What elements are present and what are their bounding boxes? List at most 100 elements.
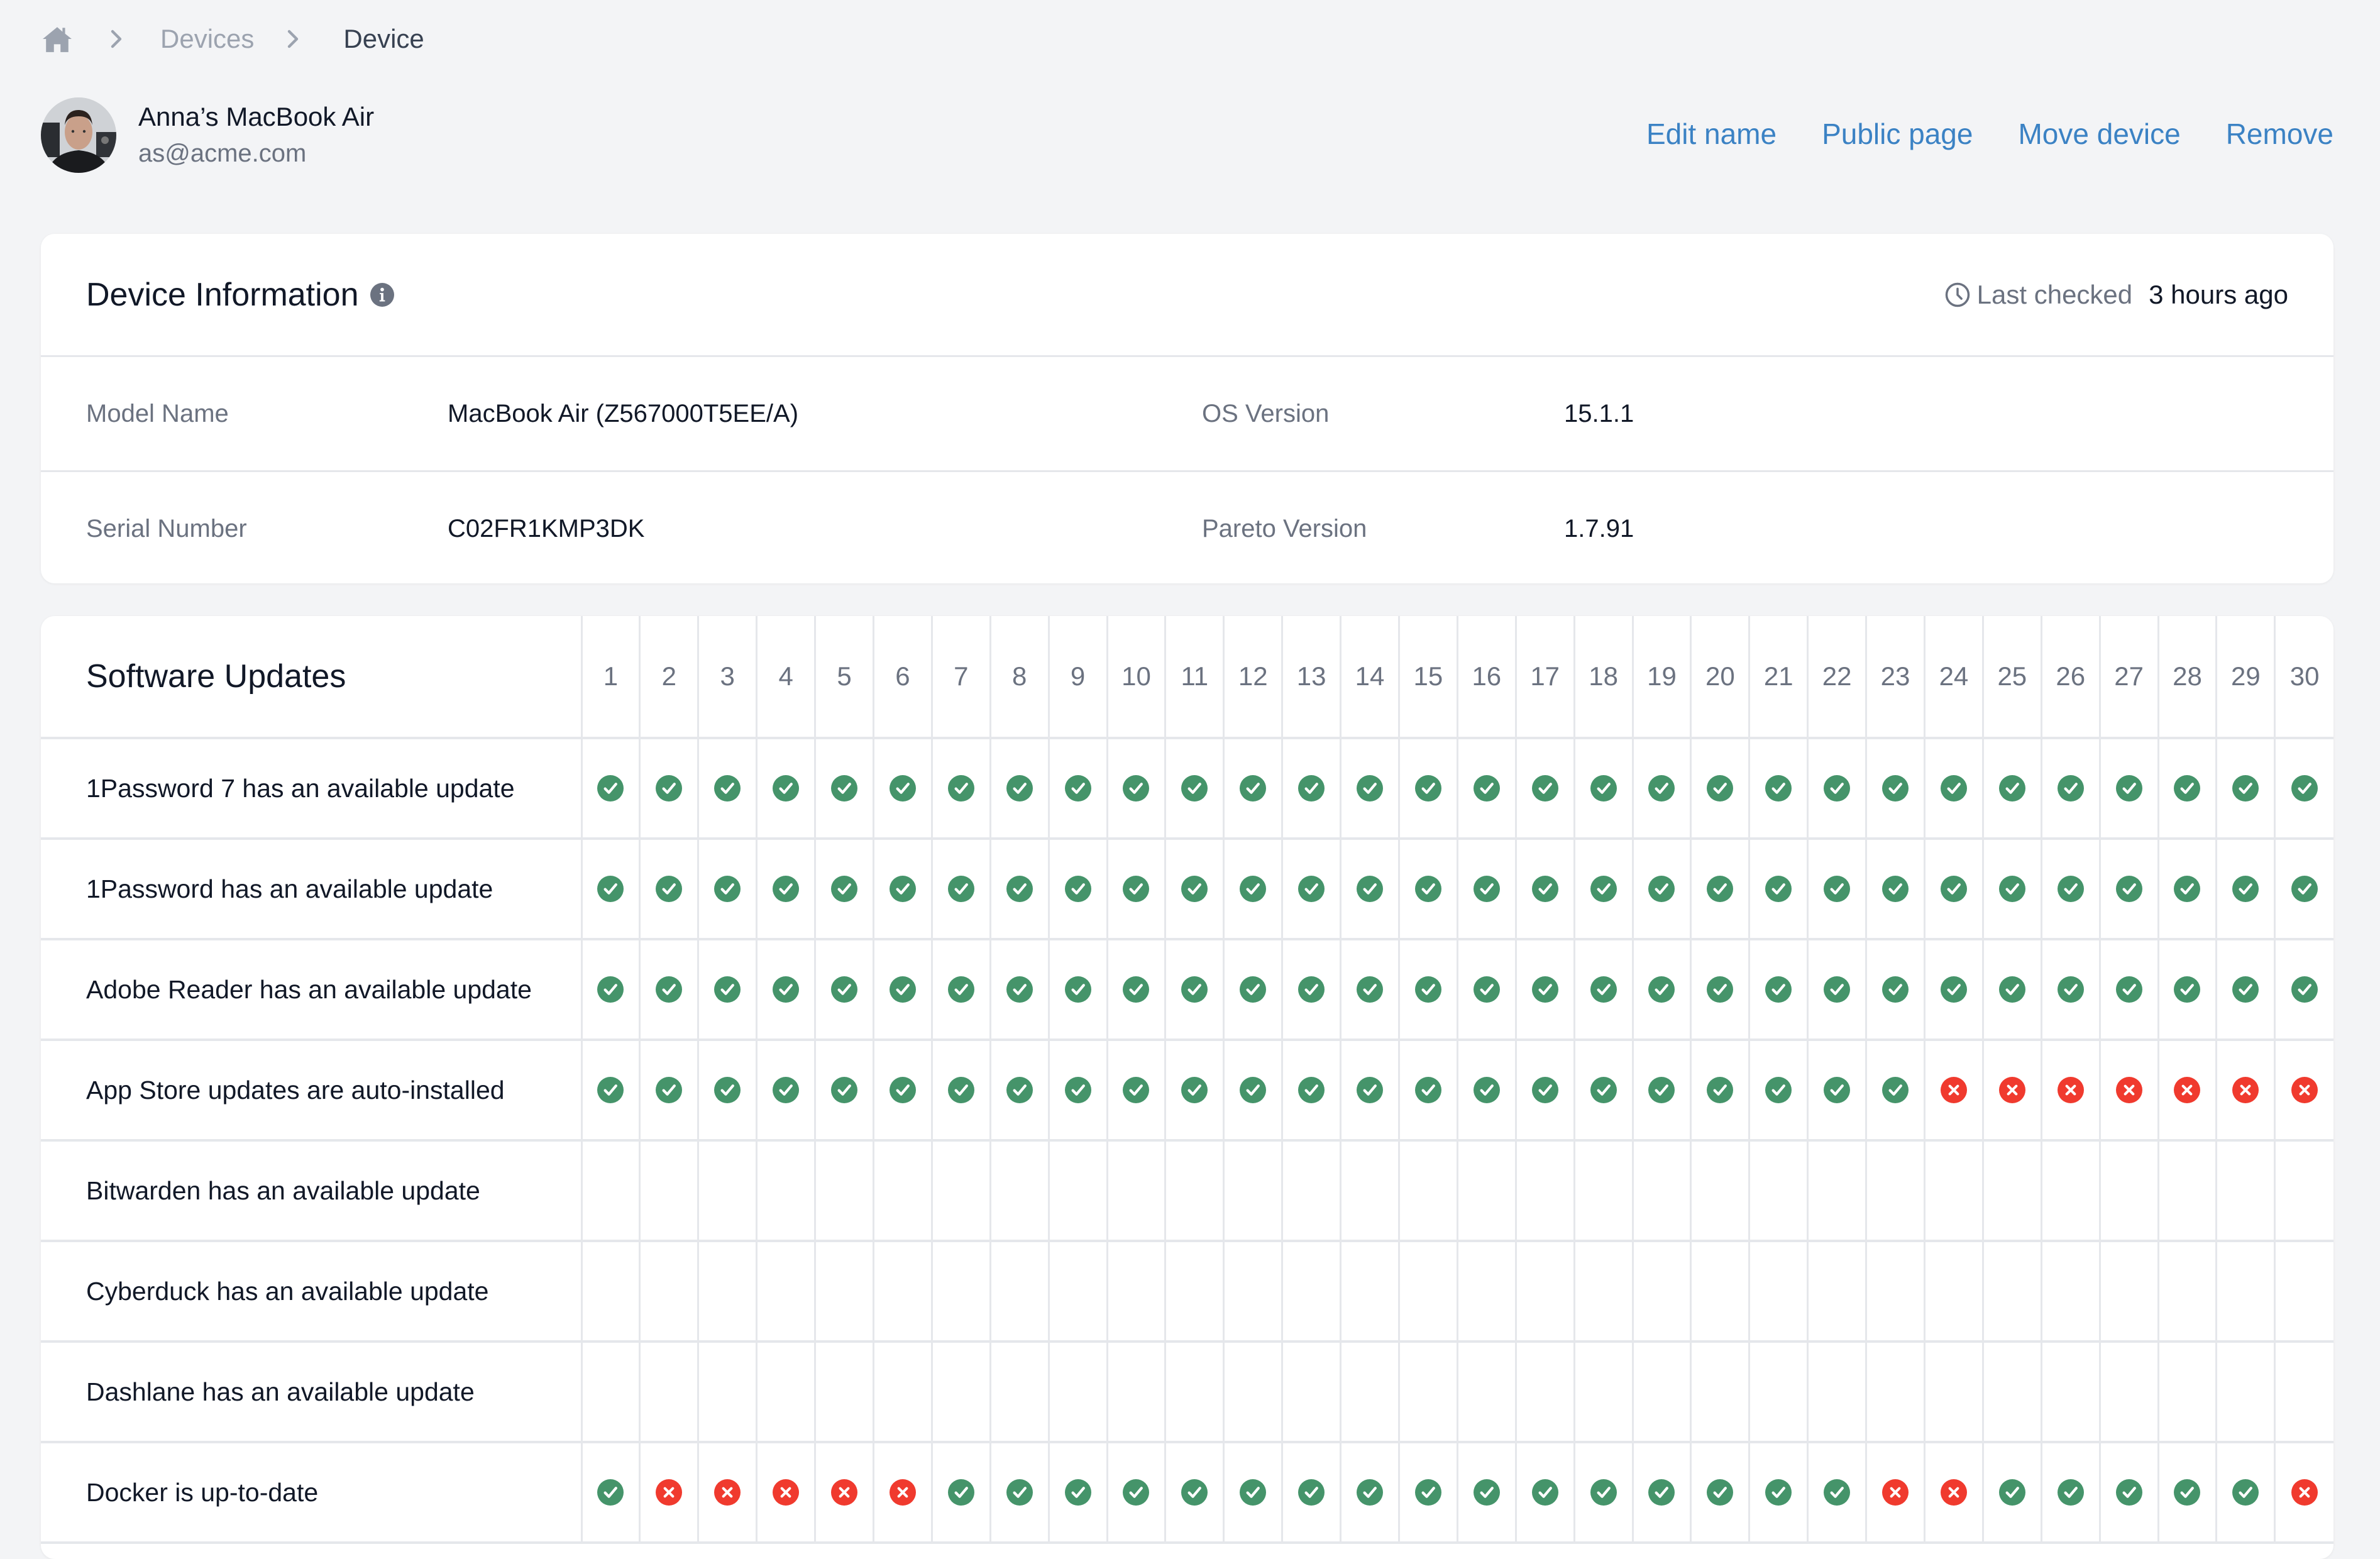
status-cell[interactable] [1807,738,1866,840]
status-cell[interactable] [756,738,815,840]
status-cell[interactable] [1223,1040,1282,1142]
status-cell[interactable] [2040,738,2100,840]
status-cell[interactable] [1340,939,1399,1041]
status-cell[interactable] [2274,839,2333,940]
status-cell[interactable] [989,1040,1049,1142]
status-cell[interactable] [1514,839,1575,940]
status-cell[interactable] [814,1442,874,1544]
status-cell[interactable] [1514,939,1575,1041]
status-cell[interactable] [1573,1040,1633,1142]
status-cell[interactable] [1106,1442,1165,1544]
status-cell[interactable] [697,1040,757,1142]
status-cell[interactable] [1223,738,1282,840]
public-page-link[interactable]: Public page [1822,117,1973,151]
status-cell[interactable] [1748,1442,1808,1544]
status-cell[interactable] [1923,1442,1983,1544]
status-cell[interactable] [756,839,815,940]
status-cell[interactable] [580,1040,640,1142]
status-cell[interactable] [2274,738,2333,840]
status-cell[interactable] [1981,1442,2042,1544]
status-cell[interactable] [930,839,991,940]
status-cell[interactable] [2215,939,2275,1041]
status-cell[interactable] [989,839,1049,940]
status-cell[interactable] [1047,839,1108,940]
status-cell[interactable] [1573,939,1633,1041]
status-cell[interactable] [1164,738,1224,840]
status-cell[interactable] [1865,738,1925,840]
remove-link[interactable]: Remove [2226,117,2333,151]
status-cell[interactable] [872,1040,932,1142]
status-cell[interactable] [1981,738,2042,840]
status-cell[interactable] [989,939,1049,1041]
status-cell[interactable] [1340,1040,1399,1142]
status-cell[interactable] [1865,839,1925,940]
status-cell[interactable] [1514,738,1575,840]
status-cell[interactable] [1047,1442,1108,1544]
status-cell[interactable] [1690,1442,1749,1544]
status-cell[interactable] [1164,1442,1224,1544]
status-cell[interactable] [1807,939,1866,1041]
status-cell[interactable] [1047,939,1108,1041]
status-cell[interactable] [930,1442,991,1544]
status-cell[interactable] [1340,839,1399,940]
status-cell[interactable] [1047,1040,1108,1142]
status-cell[interactable] [1690,1040,1749,1142]
status-cell[interactable] [1397,738,1458,840]
status-cell[interactable] [1807,1442,1866,1544]
status-cell[interactable] [1397,939,1458,1041]
status-cell[interactable] [1456,1442,1516,1544]
status-cell[interactable] [2157,738,2217,840]
status-cell[interactable] [930,738,991,840]
status-cell[interactable] [697,939,757,1041]
status-cell[interactable] [1631,738,1691,840]
status-cell[interactable] [639,1040,698,1142]
status-cell[interactable] [2274,1040,2333,1142]
status-cell[interactable] [1164,839,1224,940]
status-cell[interactable] [1223,1442,1282,1544]
status-cell[interactable] [1164,939,1224,1041]
status-cell[interactable] [1981,1040,2042,1142]
status-cell[interactable] [1573,1442,1633,1544]
status-cell[interactable] [2157,839,2217,940]
status-cell[interactable] [1047,738,1108,840]
status-cell[interactable] [1340,1442,1399,1544]
status-cell[interactable] [639,939,698,1041]
status-cell[interactable] [580,738,640,840]
status-cell[interactable] [697,839,757,940]
status-cell[interactable] [1923,939,1983,1041]
status-cell[interactable] [1106,738,1165,840]
status-cell[interactable] [697,1442,757,1544]
edit-name-link[interactable]: Edit name [1646,117,1777,151]
info-icon[interactable] [370,282,394,307]
status-cell[interactable] [639,839,698,940]
status-cell[interactable] [2274,1442,2333,1544]
status-cell[interactable] [580,939,640,1041]
status-cell[interactable] [989,1442,1049,1544]
home-icon[interactable] [41,25,74,53]
status-cell[interactable] [930,1040,991,1142]
status-cell[interactable] [814,738,874,840]
status-cell[interactable] [1164,1040,1224,1142]
status-cell[interactable] [2215,839,2275,940]
status-cell[interactable] [1106,839,1165,940]
status-cell[interactable] [639,1442,698,1544]
status-cell[interactable] [1456,1040,1516,1142]
status-cell[interactable] [1981,839,2042,940]
status-cell[interactable] [580,839,640,940]
status-cell[interactable] [1865,939,1925,1041]
status-cell[interactable] [1514,1040,1575,1142]
status-cell[interactable] [1573,738,1633,840]
status-cell[interactable] [1631,939,1691,1041]
status-cell[interactable] [1923,1040,1983,1142]
status-cell[interactable] [1748,1040,1808,1142]
status-cell[interactable] [1573,839,1633,940]
status-cell[interactable] [1923,738,1983,840]
status-cell[interactable] [1981,939,2042,1041]
status-cell[interactable] [872,839,932,940]
status-cell[interactable] [1340,738,1399,840]
status-cell[interactable] [2040,1442,2100,1544]
status-cell[interactable] [1690,738,1749,840]
status-cell[interactable] [1106,939,1165,1041]
status-cell[interactable] [1690,839,1749,940]
status-cell[interactable] [1514,1442,1575,1544]
